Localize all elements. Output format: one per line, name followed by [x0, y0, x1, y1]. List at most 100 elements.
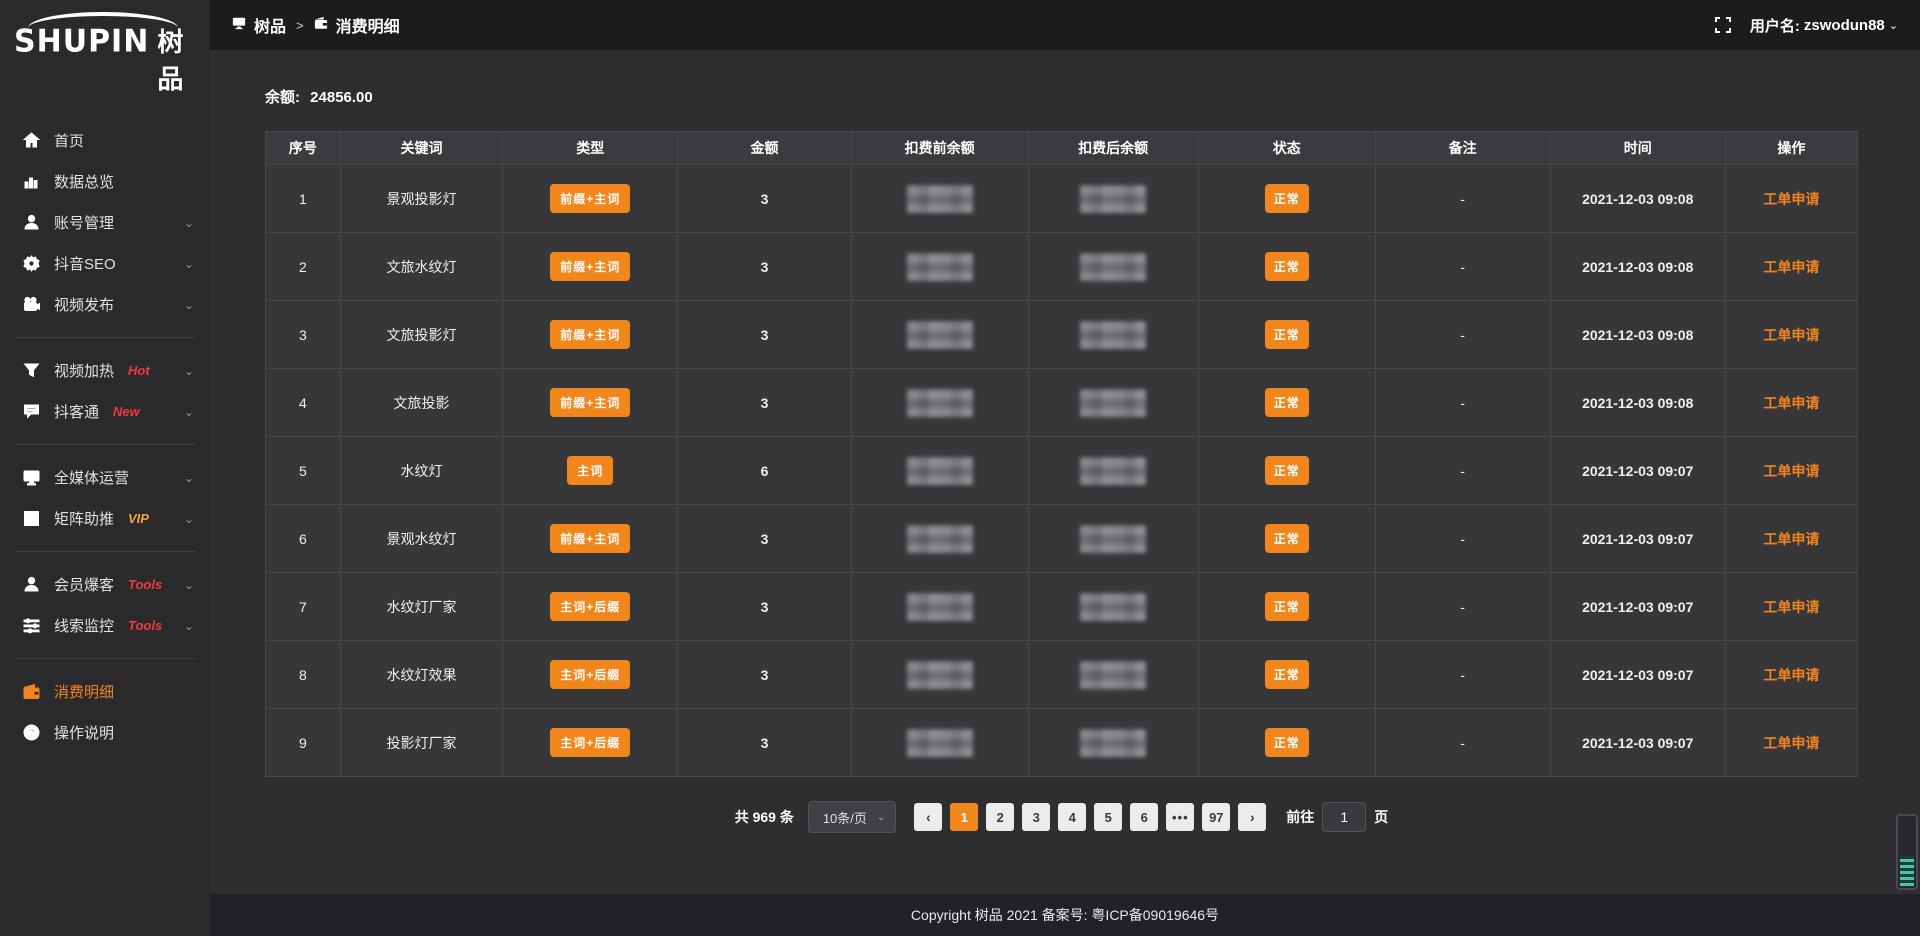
user-icon — [22, 576, 40, 594]
status-badge: 正常 — [1265, 456, 1309, 485]
table-row: 7水纹灯厂家主词+后缀3正常-2021-12-03 09:07工单申请 — [266, 573, 1858, 641]
work-order-link[interactable]: 工单申请 — [1763, 667, 1819, 683]
masked-value — [1080, 661, 1146, 689]
page-button-5[interactable]: 5 — [1094, 803, 1122, 831]
sidebar-item-consumption-detail[interactable]: 消费明细 — [0, 671, 210, 712]
work-order-link[interactable]: 工单申请 — [1763, 395, 1819, 411]
work-order-link[interactable]: 工单申请 — [1763, 327, 1819, 343]
user-menu[interactable]: 用户名: zswodun88 ⌄ — [1750, 15, 1898, 36]
cell-balance-before — [851, 233, 1028, 301]
cell-keyword: 景观投影灯 — [340, 165, 502, 233]
work-order-link[interactable]: 工单申请 — [1763, 259, 1819, 275]
page-size-select[interactable]: 10条/页 ⌄ — [808, 801, 896, 833]
masked-value — [907, 729, 973, 757]
sidebar-item-clue-monitor[interactable]: 线索监控Tools⌄ — [0, 605, 210, 646]
cell-remark: - — [1375, 301, 1550, 369]
status-badge: 正常 — [1265, 728, 1309, 757]
chevron-down-icon: ⌄ — [184, 216, 194, 230]
column-header: 类型 — [503, 132, 678, 165]
status-badge: 正常 — [1265, 320, 1309, 349]
cell-status: 正常 — [1198, 505, 1375, 573]
sidebar-item-video-heating[interactable]: 视频加热Hot⌄ — [0, 350, 210, 391]
cell-balance-after — [1028, 165, 1198, 233]
cell-index: 7 — [266, 573, 341, 641]
chevron-down-icon: ⌄ — [184, 405, 194, 419]
table-header-row: 序号关键词类型金额扣费前余额扣费后余额状态备注时间操作 — [266, 132, 1858, 165]
cell-action: 工单申请 — [1725, 165, 1857, 233]
page-button-3[interactable]: 3 — [1022, 803, 1050, 831]
work-order-link[interactable]: 工单申请 — [1763, 599, 1819, 615]
chevron-down-icon: ⌄ — [184, 471, 194, 485]
sidebar-item-label: 全媒体运营 — [54, 467, 129, 488]
cell-index: 5 — [266, 437, 341, 505]
cell-index: 3 — [266, 301, 341, 369]
goto-suffix: 页 — [1374, 807, 1388, 827]
cell-balance-before — [851, 709, 1028, 777]
grid-icon — [22, 510, 40, 528]
sidebar-item-data-overview[interactable]: 数据总览 — [0, 161, 210, 202]
sidebar-item-operation-guide[interactable]: ?操作说明 — [0, 712, 210, 753]
ellipsis-pages-button[interactable]: ••• — [1166, 803, 1194, 831]
username-value: zswodun88 — [1804, 17, 1885, 34]
page-button-1[interactable]: 1 — [950, 803, 978, 831]
sidebar-item-member-burst[interactable]: 会员爆客Tools⌄ — [0, 564, 210, 605]
video-camera-icon — [22, 296, 40, 314]
username-label: 用户名: — [1750, 15, 1800, 36]
chevron-down-icon: ⌄ — [184, 364, 194, 378]
cell-index: 1 — [266, 165, 341, 233]
masked-value — [907, 457, 973, 485]
type-badge: 主词+后缀 — [550, 660, 630, 689]
cell-balance-before — [851, 641, 1028, 709]
cell-type: 主词+后缀 — [503, 641, 678, 709]
sidebar-item-home[interactable]: 首页 — [0, 120, 210, 161]
work-order-link[interactable]: 工单申请 — [1763, 735, 1819, 751]
cell-status: 正常 — [1198, 165, 1375, 233]
content-area: 余额: 24856.00 序号关键词类型金额扣费前余额扣费后余额状态备注时间操作… — [210, 50, 1920, 894]
sidebar-item-douyin-seo[interactable]: 抖音SEO⌄ — [0, 243, 210, 284]
app-window: SHUPIN 树品 首页数据总览账号管理⌄抖音SEO⌄视频发布⌄视频加热Hot⌄… — [0, 0, 1920, 936]
type-badge: 前缀+主词 — [550, 252, 630, 281]
page-button-4[interactable]: 4 — [1058, 803, 1086, 831]
breadcrumb-root[interactable]: 树品 — [254, 13, 286, 37]
work-order-link[interactable]: 工单申请 — [1763, 531, 1819, 547]
page-button-6[interactable]: 6 — [1130, 803, 1158, 831]
cell-balance-after — [1028, 573, 1198, 641]
table-row: 5水纹灯主词6正常-2021-12-03 09:07工单申请 — [266, 437, 1858, 505]
cell-amount: 6 — [678, 437, 852, 505]
cell-status: 正常 — [1198, 437, 1375, 505]
goto-label: 前往 — [1286, 807, 1314, 827]
status-badge: 正常 — [1265, 592, 1309, 621]
work-order-link[interactable]: 工单申请 — [1763, 463, 1819, 479]
page-button-97[interactable]: 97 — [1202, 803, 1230, 831]
question-circle-icon: ? — [22, 724, 40, 742]
masked-value — [907, 389, 973, 417]
sidebar-item-video-publish[interactable]: 视频发布⌄ — [0, 284, 210, 325]
sidebar-item-label: 视频加热 — [54, 360, 114, 381]
page-button-2[interactable]: 2 — [986, 803, 1014, 831]
cell-remark: - — [1375, 709, 1550, 777]
sidebar-item-label: 抖音SEO — [54, 253, 116, 274]
next-page-button[interactable]: › — [1238, 803, 1266, 831]
pagination: 共 969 条 10条/页 ⌄ ‹ 123456•••97 › 前往 页 — [265, 801, 1858, 833]
column-header: 时间 — [1550, 132, 1725, 165]
table-row: 4文旅投影前缀+主词3正常-2021-12-03 09:08工单申请 — [266, 369, 1858, 437]
sidebar-menu: 首页数据总览账号管理⌄抖音SEO⌄视频发布⌄视频加热Hot⌄抖客通New⌄全媒体… — [0, 102, 210, 936]
cell-time: 2021-12-03 09:07 — [1550, 505, 1725, 573]
work-order-link[interactable]: 工单申请 — [1763, 191, 1819, 207]
prev-page-button[interactable]: ‹ — [914, 803, 942, 831]
table-row: 3文旅投影灯前缀+主词3正常-2021-12-03 09:08工单申请 — [266, 301, 1858, 369]
column-header: 备注 — [1375, 132, 1550, 165]
cell-amount: 3 — [678, 165, 852, 233]
fullscreen-icon[interactable] — [1714, 16, 1732, 34]
sidebar-item-matrix-boost[interactable]: 矩阵助推VIP⌄ — [0, 498, 210, 539]
sidebar-item-account-management[interactable]: 账号管理⌄ — [0, 202, 210, 243]
goto-page-input[interactable] — [1322, 802, 1366, 832]
sidebar-item-douketong[interactable]: 抖客通New⌄ — [0, 391, 210, 432]
corner-widget[interactable] — [1896, 814, 1918, 890]
cell-remark: - — [1375, 233, 1550, 301]
cell-type: 前缀+主词 — [503, 165, 678, 233]
cell-type: 主词+后缀 — [503, 709, 678, 777]
cell-balance-after — [1028, 233, 1198, 301]
sidebar-item-media-operation[interactable]: 全媒体运营 ⌄ — [0, 457, 210, 498]
wallet-icon — [314, 16, 328, 35]
